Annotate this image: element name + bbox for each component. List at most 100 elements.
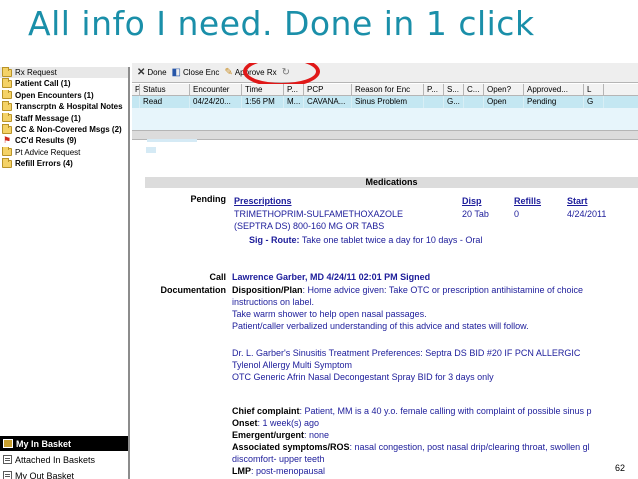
grid-cell: Open xyxy=(484,96,524,108)
disposition-text: : Home advice given: Take OTC or prescri… xyxy=(302,285,583,295)
grid-cell xyxy=(132,96,140,108)
column-header[interactable]: Reason for Enc xyxy=(352,84,424,95)
emergent-label: Emergent/urgent xyxy=(232,430,305,440)
column-header[interactable]: Approved... xyxy=(524,84,584,95)
grid-cell xyxy=(424,96,444,108)
grid-cell: G xyxy=(584,96,604,108)
column-header[interactable]: P... xyxy=(424,84,444,95)
page-number: 62 xyxy=(615,463,626,473)
folder-icon xyxy=(2,158,12,168)
lmp-line: LMP: post-menopausal xyxy=(232,466,325,476)
folder-label: Rx Request xyxy=(15,68,57,77)
faded-text-fragment xyxy=(147,139,197,142)
folder-icon xyxy=(2,123,12,134)
flag-icon: ⚑ xyxy=(2,135,12,146)
disposition-line-2: instructions on label. xyxy=(232,297,315,307)
folder-icon xyxy=(2,112,12,123)
column-header[interactable]: L xyxy=(584,84,604,95)
folder-label: Patient Call (1) xyxy=(15,79,71,89)
medications-section-header: Medications xyxy=(145,177,638,188)
chief-complaint-text: : Patient, MM is a 40 y.o. female callin… xyxy=(299,406,592,416)
associated-symptoms-line: Associated symptoms/ROS: nasal congestio… xyxy=(232,442,590,452)
column-header[interactable]: PCP xyxy=(304,84,352,95)
in-basket-folder[interactable]: CC & Non-Covered Msgs (2) xyxy=(0,123,128,135)
disposition-line-3: Take warm shower to help open nasal pass… xyxy=(232,309,427,319)
close-enc-label: Close Enc xyxy=(182,68,220,77)
disp-value: 20 Tab xyxy=(462,209,489,219)
folder-label: Refill Errors (4) xyxy=(15,159,73,169)
folder-label: Staff Message (1) xyxy=(15,113,81,123)
close-x-icon: ✕ xyxy=(137,66,146,78)
folder-icon xyxy=(2,89,12,100)
grid-cell: M... xyxy=(284,96,304,108)
attached-in-baskets-link[interactable]: Attached In Baskets xyxy=(0,453,128,466)
folder-label: CC & Non-Covered Msgs (2) xyxy=(15,124,122,134)
treatment-pref-line-1: Dr. L. Garber's Sinusitis Treatment Pref… xyxy=(232,348,581,358)
sig-route-text: Take one tablet twice a day for 10 days … xyxy=(299,235,483,245)
column-header[interactable]: Encounter xyxy=(190,84,242,95)
column-header[interactable]: P... xyxy=(284,84,304,95)
column-header[interactable]: C... xyxy=(464,84,484,95)
disp-header[interactable]: Disp xyxy=(462,196,482,206)
splitter-bar[interactable] xyxy=(132,130,638,140)
attached-baskets-icon xyxy=(3,455,12,464)
start-header[interactable]: Start xyxy=(567,196,588,206)
column-header[interactable]: Status xyxy=(140,84,190,95)
prescriptions-header[interactable]: Prescriptions xyxy=(234,196,292,206)
column-header[interactable]: P xyxy=(132,84,140,95)
grid-cell: Sinus Problem xyxy=(352,96,424,108)
associated-symptoms-text: : nasal congestion, post nasal drip/clea… xyxy=(349,442,590,452)
in-basket-folder[interactable]: Rx Request xyxy=(0,67,128,79)
associated-symptoms-line-2: discomfort- upper teeth xyxy=(232,454,325,464)
grid-cell: 04/24/20... xyxy=(190,96,242,108)
disposition-line-4: Patient/caller verbalized understanding … xyxy=(232,321,529,331)
drug-name-line-1: TRIMETHOPRIM-SULFAMETHOXAZOLE xyxy=(234,209,404,219)
onset-text: : 1 week(s) ago xyxy=(257,418,320,428)
out-basket-icon xyxy=(3,471,12,479)
attached-in-baskets-label: Attached In Baskets xyxy=(15,454,96,465)
done-label: Done xyxy=(147,68,167,77)
folder-icon xyxy=(2,78,12,89)
refills-header[interactable]: Refills xyxy=(514,196,541,206)
associated-symptoms-label: Associated symptoms/ROS xyxy=(232,442,350,452)
folder-label: Transcrptn & Hospital Notes xyxy=(15,102,123,112)
in-basket-folder[interactable]: Pt Advice Request xyxy=(0,146,128,158)
done-button[interactable]: ✕ Done xyxy=(137,66,167,78)
column-header[interactable]: S... xyxy=(444,84,464,95)
grid-empty-area xyxy=(132,108,638,130)
folder-icon xyxy=(2,101,12,111)
grid-cell: Read xyxy=(140,96,190,108)
encounter-row[interactable]: Read 04/24/20... 1:56 PM M... CAVANA... Sinus… xyxy=(132,96,638,108)
toolbar: ✕ Done ◧ Close Enc ✎ Approve Rx ↻ xyxy=(132,63,638,87)
my-in-basket-header[interactable]: My In Basket xyxy=(0,436,128,451)
column-header[interactable]: Open? xyxy=(484,84,524,95)
in-basket-folder[interactable]: Transcrptn & Hospital Notes xyxy=(0,101,128,112)
grid-cell: G... xyxy=(444,96,464,108)
in-basket-folder[interactable]: Patient Call (1) xyxy=(0,78,128,89)
signer-line: Lawrence Garber, MD 4/24/11 02:01 PM Sig… xyxy=(232,272,431,282)
my-in-basket-label: My In Basket xyxy=(16,438,72,449)
grid-cell: Pending xyxy=(524,96,584,108)
in-basket-folder[interactable]: Open Encounters (1) xyxy=(0,89,128,101)
slide-title: All info I need. Done in 1 click xyxy=(28,4,535,43)
pending-label: Pending xyxy=(190,194,227,204)
emergent-line: Emergent/urgent: none xyxy=(232,430,329,440)
my-out-basket-link[interactable]: My Out Basket xyxy=(0,469,128,479)
faded-text-fragment-2 xyxy=(146,147,156,153)
in-basket-folder[interactable]: Refill Errors (4) xyxy=(0,158,128,169)
sig-route-label: Sig - Route: xyxy=(249,235,300,245)
drug-name-line-2: (SEPTRA DS) 800-160 MG OR TABS xyxy=(234,221,385,231)
folder-icon xyxy=(2,67,12,77)
lmp-label: LMP xyxy=(232,466,251,476)
folder-icon xyxy=(2,146,12,157)
start-value: 4/24/2011 xyxy=(567,209,607,219)
in-basket-folder[interactable]: Staff Message (1) xyxy=(0,112,128,124)
pencil-icon: ✎ xyxy=(224,66,233,78)
treatment-pref-line-3: OTC Generic Afrin Nasal Decongestant Spr… xyxy=(232,372,494,382)
refills-value: 0 xyxy=(514,209,520,219)
close-enc-button[interactable]: ◧ Close Enc xyxy=(172,67,220,78)
grid-cell: 1:56 PM xyxy=(242,96,284,108)
in-basket-folder[interactable]: ⚑ CC'd Results (9) xyxy=(0,135,128,146)
column-header[interactable]: Time xyxy=(242,84,284,95)
in-basket-icon xyxy=(3,439,13,448)
